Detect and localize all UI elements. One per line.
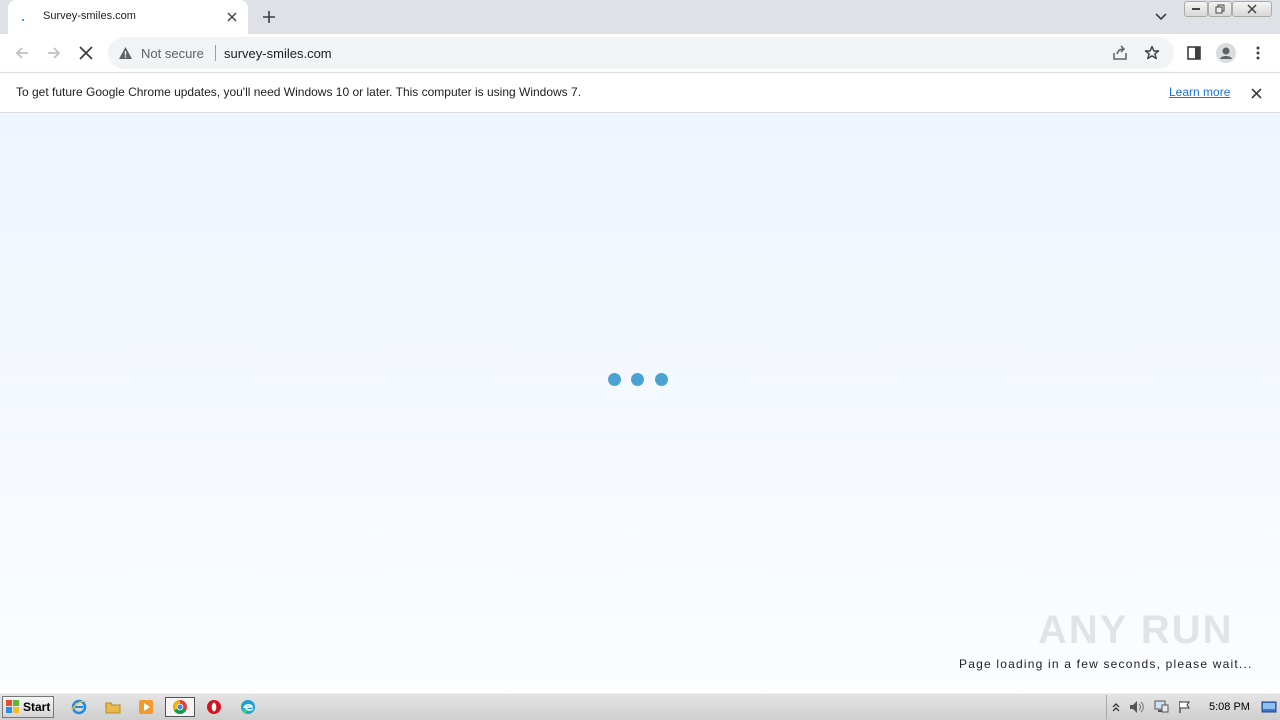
window-close-button[interactable]	[1232, 1, 1272, 17]
loading-message: Page loading in a few seconds, please wa…	[959, 657, 1253, 671]
chrome-icon[interactable]	[165, 697, 195, 717]
omnibox-divider	[215, 45, 216, 61]
learn-more-link[interactable]: Learn more	[1169, 85, 1230, 99]
tab-search-chevron-icon[interactable]	[1151, 8, 1171, 26]
loading-dot-1	[608, 373, 621, 386]
window-restore-button[interactable]	[1208, 1, 1232, 17]
browser-toolbar: Not secure survey-smiles.com	[0, 34, 1280, 72]
edge-icon[interactable]	[237, 697, 259, 717]
system-tray: 5:08 PM	[1106, 695, 1280, 719]
address-bar[interactable]: Not secure survey-smiles.com	[108, 37, 1174, 69]
start-button[interactable]: Start	[2, 696, 54, 718]
loading-dot-2	[631, 373, 644, 386]
back-arrow-icon[interactable]	[11, 42, 33, 64]
warning-triangle-icon[interactable]	[118, 46, 133, 65]
profile-avatar-icon[interactable]	[1215, 42, 1237, 64]
windows-logo-icon	[6, 700, 19, 713]
page-content: ANY RUN Page loading in a few seconds, p…	[0, 113, 1280, 691]
infobar-close-icon[interactable]	[1248, 85, 1264, 101]
network-icon[interactable]	[1153, 699, 1169, 715]
windows-taskbar: Start 5:08 PM	[0, 693, 1280, 720]
update-infobar: To get future Google Chrome updates, you…	[0, 72, 1280, 113]
security-status-label[interactable]: Not secure	[141, 46, 204, 61]
loading-favicon-icon	[22, 12, 32, 22]
file-explorer-icon[interactable]	[102, 697, 124, 717]
tab-strip: Survey-smiles.com	[0, 0, 1280, 34]
menu-kebab-icon[interactable]	[1247, 42, 1269, 64]
show-hidden-icons-icon[interactable]	[1108, 699, 1124, 715]
internet-explorer-icon[interactable]	[68, 697, 90, 717]
side-panel-icon[interactable]	[1183, 42, 1205, 64]
taskbar-clock[interactable]: 5:08 PM	[1209, 701, 1250, 713]
loading-dot-3	[655, 373, 668, 386]
volume-icon[interactable]	[1129, 699, 1145, 715]
anyrun-watermark: ANY RUN	[1038, 608, 1234, 652]
start-label: Start	[23, 700, 51, 714]
url-text[interactable]: survey-smiles.com	[224, 46, 332, 61]
opera-icon[interactable]	[203, 697, 225, 717]
media-player-icon[interactable]	[135, 697, 157, 717]
new-tab-button[interactable]	[259, 7, 279, 27]
window-minimize-button[interactable]	[1184, 1, 1208, 17]
tab-close-icon[interactable]	[224, 9, 240, 25]
tab-title: Survey-smiles.com	[43, 10, 136, 22]
action-center-flag-icon[interactable]	[1177, 699, 1193, 715]
tab-survey-smiles[interactable]: Survey-smiles.com	[8, 0, 248, 34]
infobar-message: To get future Google Chrome updates, you…	[16, 85, 582, 99]
bookmark-star-icon[interactable]	[1144, 45, 1160, 66]
share-icon[interactable]	[1112, 45, 1128, 66]
show-desktop-icon[interactable]	[1260, 699, 1278, 715]
stop-loading-icon[interactable]	[75, 42, 97, 64]
forward-arrow-icon[interactable]	[43, 42, 65, 64]
